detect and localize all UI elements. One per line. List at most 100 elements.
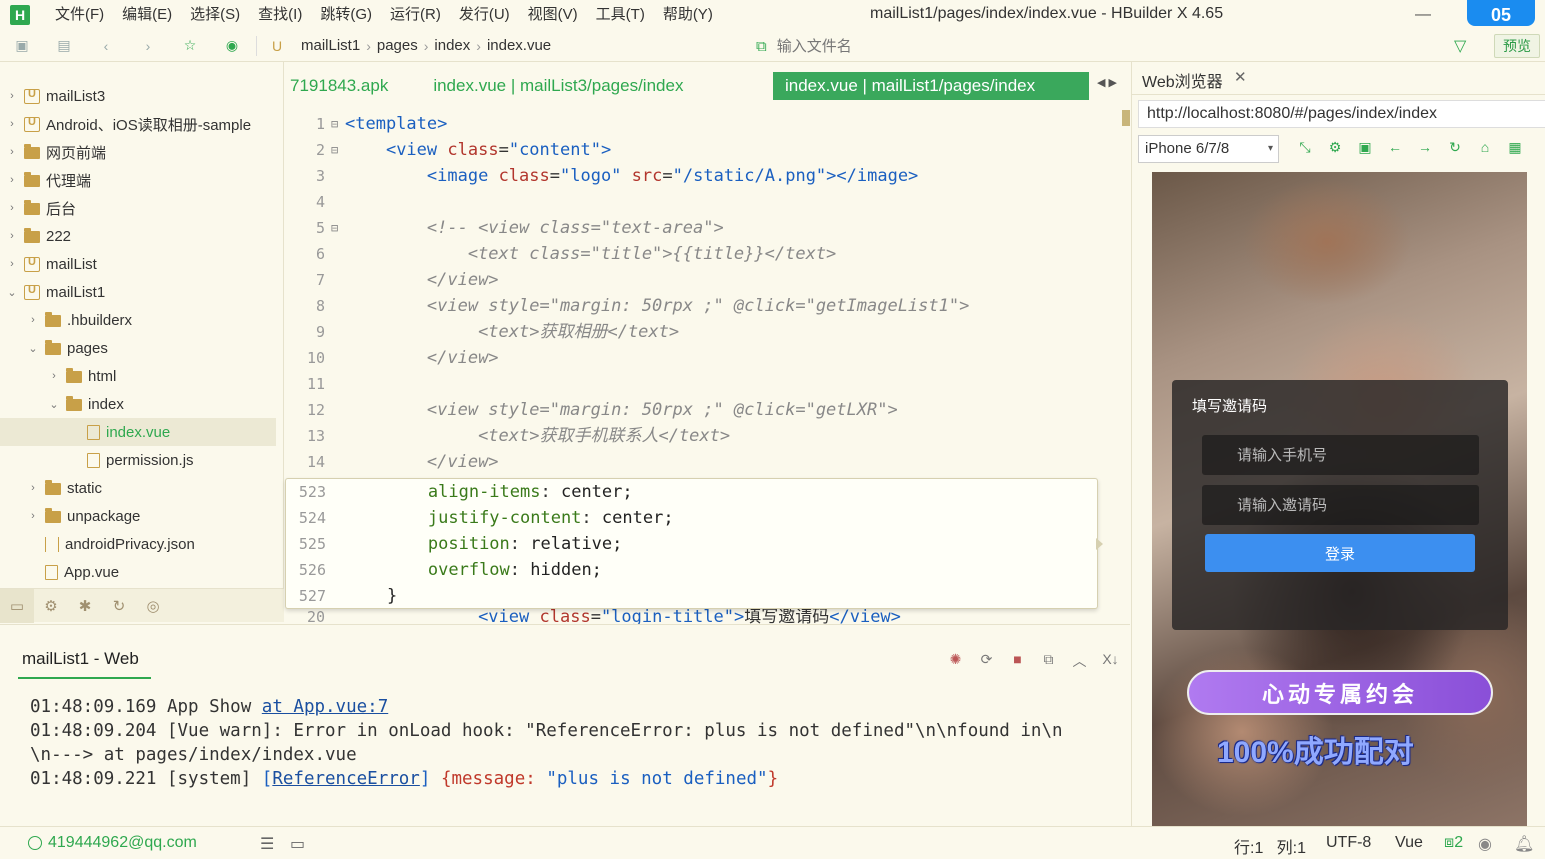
tab-maillist3-index[interactable]: index.vue | mailList3/pages/index — [428, 72, 695, 100]
chevron-right-icon[interactable]: › — [27, 510, 39, 522]
tab-scroll-arrows-icon[interactable]: ◀ ▶ — [1097, 76, 1117, 89]
cloud-icon[interactable]: ◎ — [136, 589, 170, 623]
tree-item[interactable]: App.vue — [0, 558, 276, 586]
project-manager-icon[interactable]: ▭ — [0, 588, 34, 623]
menu-item[interactable]: 选择(S) — [181, 0, 249, 30]
back-icon[interactable]: ← — [1380, 139, 1410, 156]
menu-item[interactable]: 帮助(Y) — [654, 0, 722, 30]
tree-item[interactable]: ⌄ mailList1 — [0, 278, 276, 306]
open-external-icon[interactable]: ⧉ — [1033, 651, 1064, 671]
tree-item[interactable]: › mailList — [0, 250, 276, 278]
breadcrumb-item[interactable]: pages — [371, 37, 424, 54]
fold-icon[interactable]: ⊟ — [331, 215, 341, 241]
devtools-icon[interactable]: ▣ — [1350, 139, 1380, 156]
forward-icon[interactable]: → — [1410, 139, 1440, 156]
save-icon[interactable]: ▤ — [54, 36, 74, 56]
editor-scroll-marker[interactable] — [1122, 110, 1130, 126]
login-button[interactable]: 登录 — [1205, 534, 1475, 572]
refresh-icon[interactable]: ↻ — [1440, 139, 1470, 156]
peek-definition-popup[interactable]: 523 align-items: center; 524 justify-cont… — [285, 478, 1098, 609]
tree-item[interactable]: › 代理端 — [0, 166, 276, 194]
lock-icon[interactable]: ⌂ — [1470, 139, 1500, 156]
breadcrumb-item[interactable]: index — [428, 37, 476, 54]
new-file-icon[interactable]: ▣ — [12, 36, 32, 56]
chevron-right-icon[interactable]: › — [6, 174, 18, 186]
preview-button[interactable]: 预览 — [1494, 34, 1540, 58]
menu-item[interactable]: 跳转(G) — [311, 0, 381, 30]
console-tab[interactable]: mailList1 - Web — [18, 649, 151, 679]
stop-icon[interactable]: ■ — [1002, 651, 1033, 671]
menu-item[interactable]: 查找(I) — [249, 0, 311, 30]
menu-item[interactable]: 文件(F) — [46, 0, 113, 30]
menu-item[interactable]: 运行(R) — [381, 0, 450, 30]
forward-icon[interactable]: › — [138, 36, 158, 56]
chevron-right-icon[interactable]: › — [6, 258, 18, 270]
breadcrumb-item[interactable]: index.vue — [481, 37, 557, 54]
tree-item[interactable]: › 网页前端 — [0, 138, 276, 166]
tree-item[interactable]: › 222 — [0, 222, 276, 250]
close-icon[interactable]: ✕ — [1234, 68, 1247, 86]
url-bar[interactable]: http://localhost:8080/#/pages/index/inde… — [1138, 100, 1545, 128]
phone-input[interactable] — [1202, 435, 1479, 475]
source-control-icon[interactable]: ↻ — [102, 589, 136, 623]
chevron-down-icon[interactable]: ⌄ — [27, 342, 39, 355]
file-search-input[interactable] — [776, 37, 1077, 55]
terminal-icon[interactable]: ▭ — [290, 834, 305, 854]
tab-maillist1-index[interactable]: index.vue | mailList1/pages/index — [773, 72, 1089, 100]
fold-icon[interactable]: ⊟ — [331, 137, 341, 163]
run-icon[interactable]: ◉ — [222, 36, 242, 56]
language-mode[interactable]: Vue — [1395, 834, 1423, 852]
clear-icon[interactable]: X↓ — [1095, 651, 1126, 671]
minimize-icon[interactable]: — — [1408, 0, 1438, 30]
tree-item[interactable]: › html — [0, 362, 276, 390]
tree-item[interactable]: permission.js — [0, 446, 276, 474]
star-icon[interactable]: ☆ — [180, 36, 200, 56]
grid-icon[interactable]: ▦ — [1500, 139, 1530, 156]
browser-tab[interactable]: Web浏览器 — [1142, 68, 1223, 92]
chevron-right-icon[interactable]: › — [6, 90, 18, 102]
replay-icon[interactable]: ⟳ — [971, 651, 1002, 671]
chevron-right-icon[interactable]: › — [6, 118, 18, 130]
tree-item[interactable]: › Android、iOS读取相册-sample — [0, 110, 276, 138]
debug-icon[interactable]: ✱ — [68, 589, 102, 623]
fold-icon[interactable]: ⊟ — [331, 111, 341, 137]
tree-item[interactable]: › 后台 — [0, 194, 276, 222]
chevron-down-icon[interactable]: ⌄ — [6, 286, 18, 299]
menu-item[interactable]: 编辑(E) — [113, 0, 181, 30]
chevron-right-icon[interactable]: › — [27, 314, 39, 326]
bell-icon[interactable]: 🔔︎ — [1514, 834, 1534, 854]
menu-item[interactable]: 发行(U) — [450, 0, 519, 30]
cursor-position[interactable]: 行:1 列:1 — [1234, 834, 1306, 858]
tab-apk[interactable]: 7191843.apk — [285, 72, 400, 100]
plugin-icon[interactable]: ⚙ — [34, 589, 68, 623]
settings-icon[interactable]: ⚙ — [1320, 139, 1350, 156]
bug-icon[interactable]: ✺ — [940, 651, 971, 671]
collapse-icon[interactable]: ︿ — [1064, 651, 1095, 671]
chevron-right-icon[interactable]: › — [27, 482, 39, 494]
promo-button[interactable]: 心动专属约会 — [1187, 670, 1493, 715]
device-select[interactable]: iPhone 6/7/8 — [1138, 135, 1279, 163]
tree-item[interactable]: › static — [0, 474, 276, 502]
chevron-right-icon[interactable]: › — [6, 230, 18, 242]
tree-item[interactable]: index.vue — [0, 418, 276, 446]
menu-item[interactable]: 视图(V) — [519, 0, 587, 30]
user-account[interactable]: 419444962@qq.com — [28, 834, 197, 852]
avatar-icon[interactable]: ◉ — [1478, 834, 1492, 854]
filter-icon[interactable]: ▽ — [1454, 36, 1466, 56]
tree-item[interactable]: ⌄ pages — [0, 334, 276, 362]
chevron-right-icon[interactable]: › — [6, 146, 18, 158]
tree-item[interactable]: › mailList3 — [0, 82, 276, 110]
chevron-right-icon[interactable]: › — [48, 370, 60, 382]
list-icon[interactable]: ☰ — [260, 834, 274, 854]
tree-item[interactable]: ⌄ index — [0, 390, 276, 418]
invite-code-input[interactable] — [1202, 485, 1479, 525]
encoding[interactable]: UTF-8 — [1326, 834, 1371, 852]
tree-item[interactable]: androidPrivacy.json — [0, 530, 276, 558]
chevron-right-icon[interactable]: › — [6, 202, 18, 214]
tree-item[interactable]: › .hbuilderx — [0, 306, 276, 334]
back-icon[interactable]: ‹ — [96, 36, 116, 56]
screenshot-icon[interactable]: ⤡ — [1290, 139, 1320, 156]
chevron-down-icon[interactable]: ⌄ — [48, 398, 60, 411]
breadcrumb-item[interactable]: mailList1 — [295, 37, 366, 54]
menu-item[interactable]: 工具(T) — [587, 0, 654, 30]
